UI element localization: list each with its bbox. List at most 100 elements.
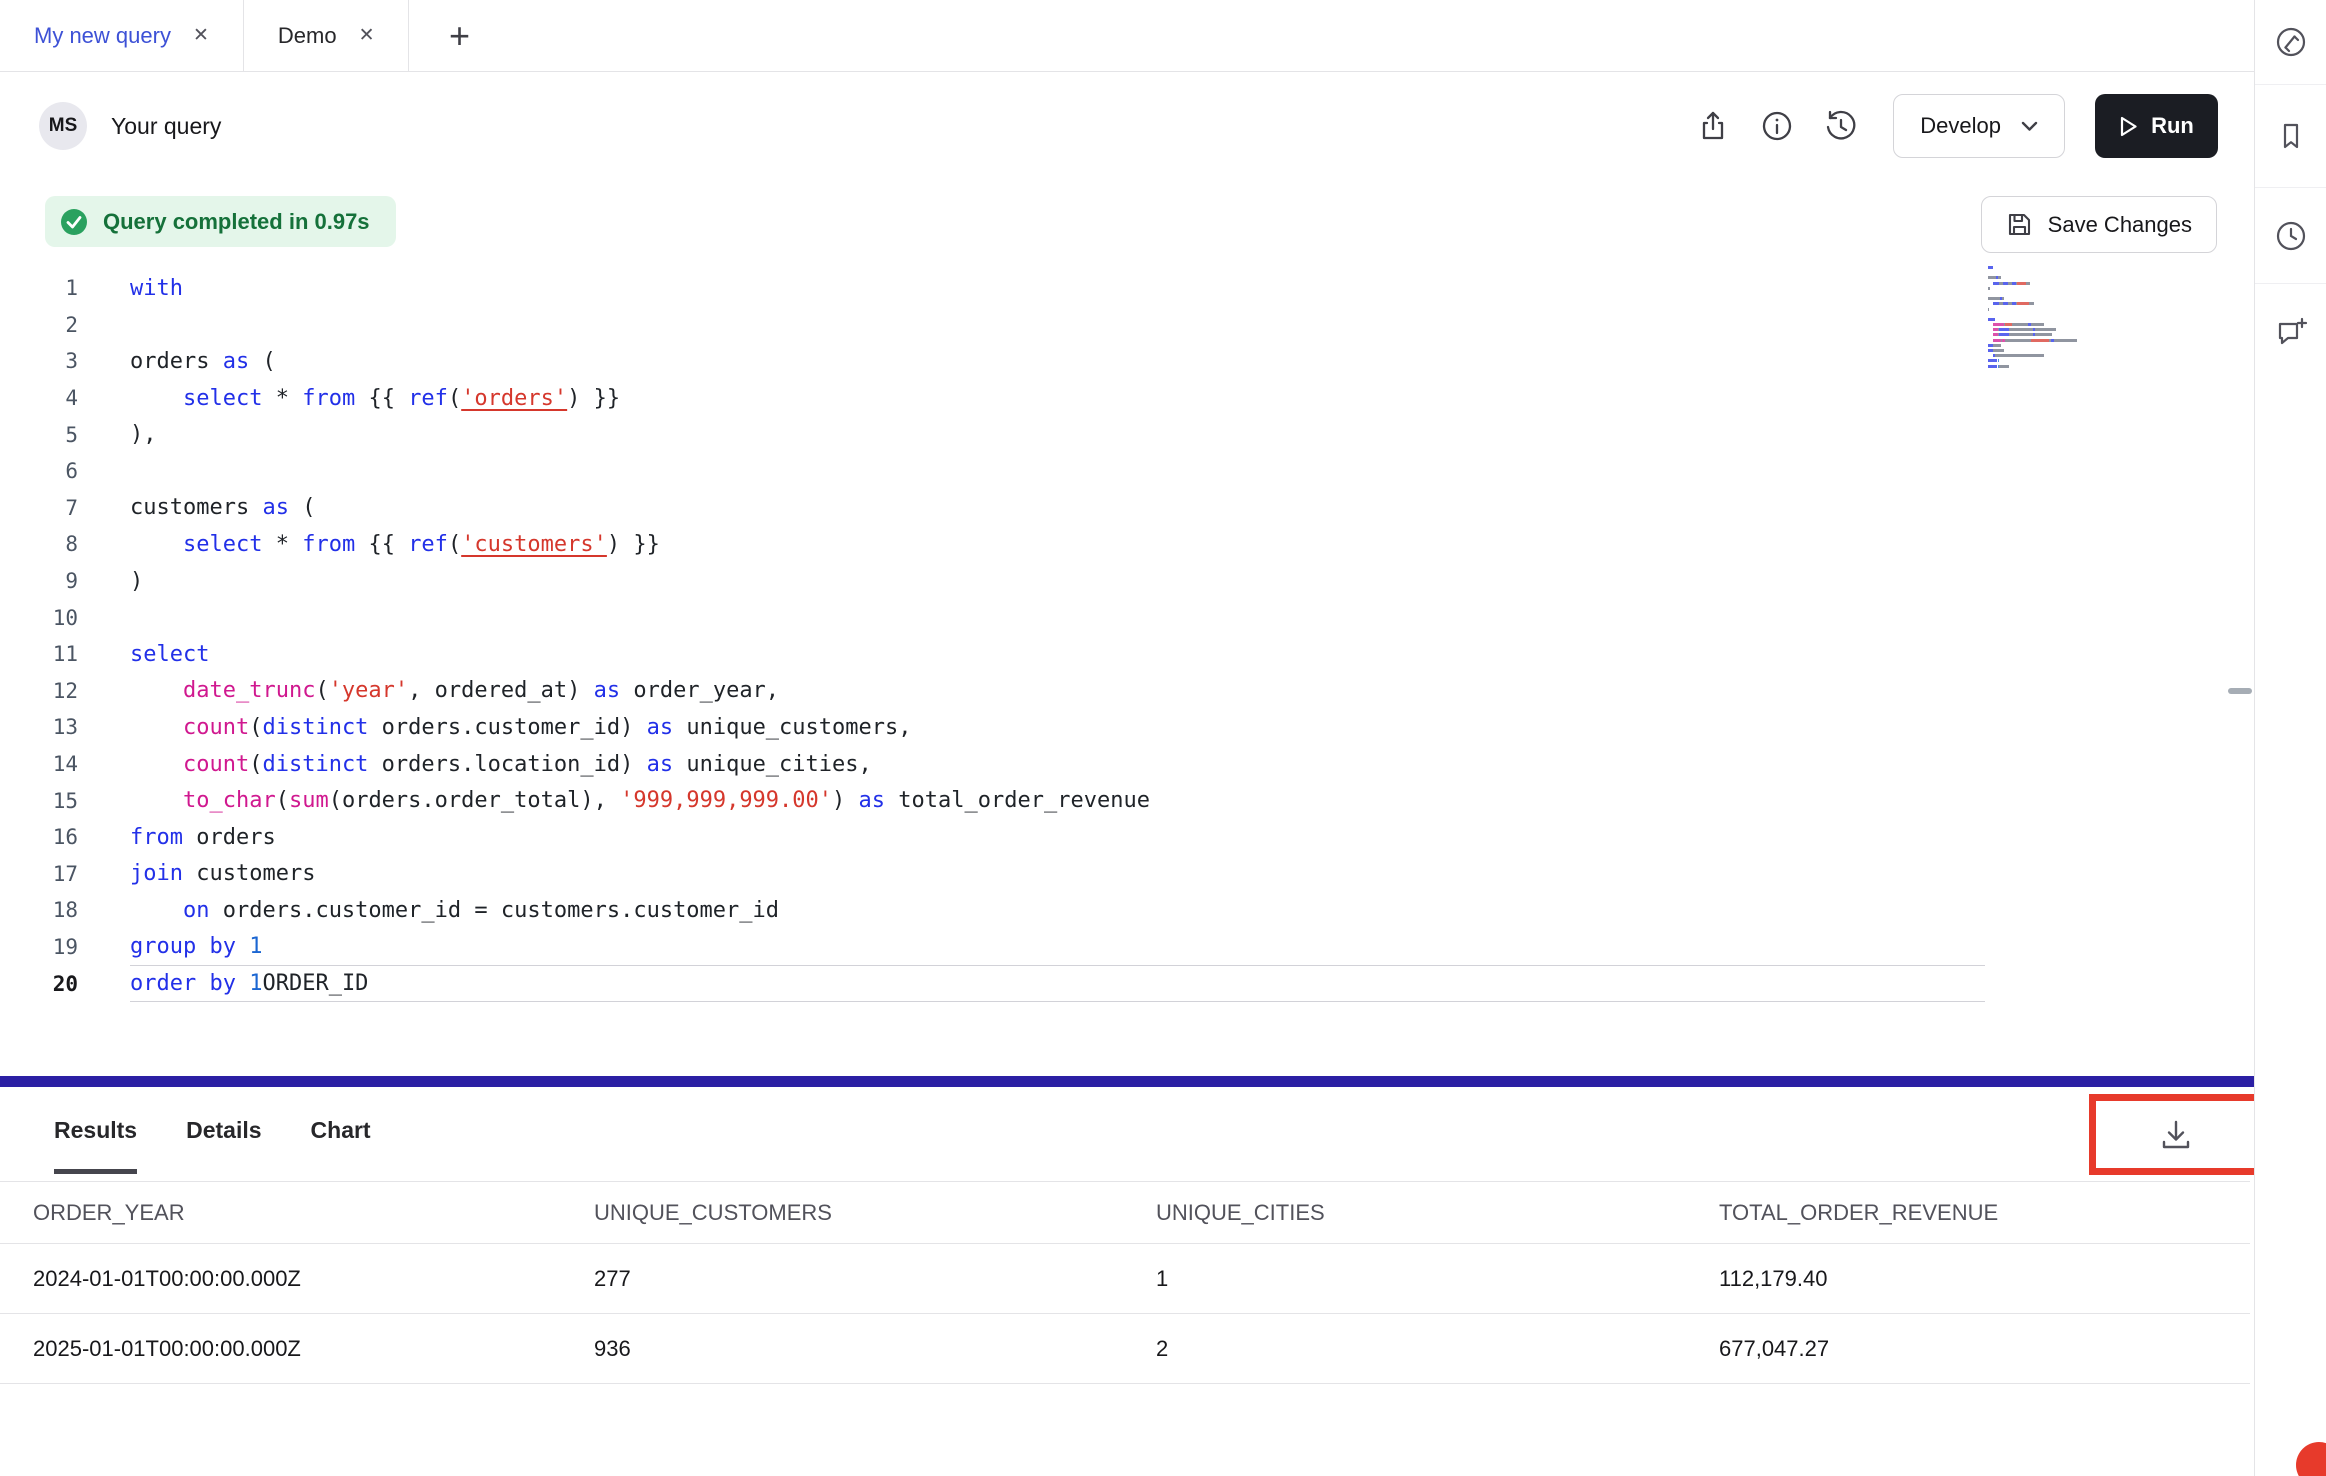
code-line[interactable]: 5), [0, 416, 1985, 453]
results-panel: Results Details Chart ORDER_YEAR UNIQUE_… [0, 1087, 2254, 1384]
line-number: 6 [0, 459, 78, 483]
share-button[interactable] [1689, 102, 1737, 150]
line-number: 12 [0, 679, 78, 703]
tab-results[interactable]: Results [54, 1087, 137, 1174]
code-line[interactable]: 1with [0, 270, 1985, 307]
chevron-down-icon [2021, 121, 2038, 132]
code-line[interactable]: 10 [0, 599, 1985, 636]
code-line[interactable]: 14 count(distinct orders.location_id) as… [0, 746, 1985, 783]
line-number: 14 [0, 752, 78, 776]
comment-plus-icon [2274, 315, 2308, 349]
save-changes-label: Save Changes [2048, 212, 2192, 238]
code-line[interactable]: 15 to_char(sum(orders.order_total), '999… [0, 782, 1985, 819]
line-number: 19 [0, 935, 78, 959]
line-number: 9 [0, 569, 78, 593]
save-changes-button[interactable]: Save Changes [1981, 196, 2217, 253]
run-label: Run [2151, 113, 2194, 139]
code-line[interactable]: 13 count(distinct orders.customer_id) as… [0, 709, 1985, 746]
results-tab-bar: Results Details Chart [0, 1087, 2254, 1174]
code-line[interactable]: 2 [0, 307, 1985, 344]
code-lines: 1with 2 3orders as (4 select * from {{ ref… [0, 270, 1985, 1002]
code-line[interactable]: 16from orders [0, 819, 1985, 856]
code-line[interactable]: 6 [0, 453, 1985, 490]
code-line[interactable]: 8 select * from {{ ref('customers') }} [0, 526, 1985, 563]
code-line[interactable]: 9) [0, 563, 1985, 600]
code-line[interactable]: 7customers as ( [0, 490, 1985, 527]
close-tab-icon[interactable]: ✕ [359, 26, 375, 45]
new-tab-button[interactable]: + [421, 0, 497, 71]
version-history-icon [1824, 109, 1858, 143]
recording-dot [2296, 1442, 2326, 1476]
right-sidebar [2254, 0, 2326, 1476]
panel-divider-handle[interactable] [0, 1076, 2254, 1087]
develop-label: Develop [1920, 113, 2001, 139]
table-cell[interactable]: 936 [561, 1336, 1123, 1362]
run-button[interactable]: Run [2095, 94, 2218, 158]
info-button[interactable] [1753, 102, 1801, 150]
save-icon [2006, 211, 2033, 238]
bookmark-icon [2274, 119, 2308, 153]
code-line[interactable]: 3orders as ( [0, 343, 1985, 380]
tab-details[interactable]: Details [186, 1087, 261, 1174]
sql-editor: Query completed in 0.97s Save Changes 1w… [0, 180, 2254, 1076]
table-cell[interactable]: 112,179.40 [1686, 1266, 2250, 1292]
avatar[interactable]: MS [39, 102, 87, 150]
history-icon [2274, 219, 2308, 253]
line-number: 16 [0, 825, 78, 849]
line-number: 3 [0, 349, 78, 373]
code-line[interactable]: 4 select * from {{ ref('orders') }} [0, 380, 1985, 417]
history-button[interactable] [2255, 188, 2326, 284]
table-cell[interactable]: 2025-01-01T00:00:00.000Z [0, 1336, 561, 1362]
play-icon [2119, 116, 2138, 137]
table-row[interactable]: 2024-01-01T00:00:00.000Z 277 1 112,179.4… [0, 1244, 2250, 1314]
line-number: 2 [0, 313, 78, 337]
table-cell[interactable]: 2 [1123, 1336, 1686, 1362]
query-history-button[interactable] [1817, 102, 1865, 150]
line-number: 1 [0, 276, 78, 300]
query-header: MS Your query Develop [0, 72, 2254, 180]
tab-bar: My new query ✕ Demo ✕ + [0, 0, 2254, 72]
tab-label: Demo [278, 23, 337, 49]
column-header: TOTAL_ORDER_REVENUE [1686, 1200, 2250, 1226]
pen-circle-icon [2274, 25, 2308, 59]
bookmark-button[interactable] [2255, 85, 2326, 188]
code-line[interactable]: 11select [0, 636, 1985, 673]
query-status-badge: Query completed in 0.97s [45, 196, 396, 247]
code-line[interactable]: 20order by 1ORDER_ID [0, 965, 1985, 1002]
download-results-button[interactable] [2146, 1105, 2206, 1165]
page-title: Your query [111, 113, 221, 140]
column-header: ORDER_YEAR [0, 1200, 561, 1226]
code-line[interactable]: 19group by 1 [0, 929, 1985, 966]
close-tab-icon[interactable]: ✕ [193, 26, 209, 45]
table-cell[interactable]: 2024-01-01T00:00:00.000Z [0, 1266, 561, 1292]
code-line[interactable]: 12 date_trunc('year', ordered_at) as ord… [0, 673, 1985, 710]
column-header: UNIQUE_CITIES [1123, 1200, 1686, 1226]
develop-dropdown[interactable]: Develop [1893, 94, 2065, 158]
comment-button[interactable] [2255, 284, 2326, 380]
table-cell[interactable]: 277 [561, 1266, 1123, 1292]
line-number: 18 [0, 898, 78, 922]
download-icon [2157, 1116, 2195, 1154]
line-number: 20 [0, 972, 78, 996]
code-line[interactable]: 17join customers [0, 856, 1985, 893]
editor-scrollbar-thumb[interactable] [2228, 688, 2252, 694]
column-header: UNIQUE_CUSTOMERS [561, 1200, 1123, 1226]
check-circle-icon [60, 208, 88, 236]
table-header-row: ORDER_YEAR UNIQUE_CUSTOMERS UNIQUE_CITIE… [0, 1181, 2250, 1244]
tab-demo[interactable]: Demo ✕ [244, 0, 410, 71]
editor-minimap[interactable] [1988, 266, 2090, 370]
tab-my-new-query[interactable]: My new query ✕ [0, 0, 244, 71]
table-cell[interactable]: 1 [1123, 1266, 1686, 1292]
table-row[interactable]: 2025-01-01T00:00:00.000Z 936 2 677,047.2… [0, 1314, 2250, 1384]
line-number: 11 [0, 642, 78, 666]
line-number: 15 [0, 789, 78, 813]
line-number: 13 [0, 715, 78, 739]
info-icon [1760, 109, 1794, 143]
tab-chart[interactable]: Chart [311, 1087, 371, 1174]
explore-button[interactable] [2255, 0, 2326, 85]
table-cell[interactable]: 677,047.27 [1686, 1336, 2250, 1362]
line-number: 5 [0, 423, 78, 447]
code-line[interactable]: 18 on orders.customer_id = customers.cus… [0, 892, 1985, 929]
app-root: My new query ✕ Demo ✕ + MS Your query [0, 0, 2326, 1476]
main-column: My new query ✕ Demo ✕ + MS Your query [0, 0, 2254, 1476]
